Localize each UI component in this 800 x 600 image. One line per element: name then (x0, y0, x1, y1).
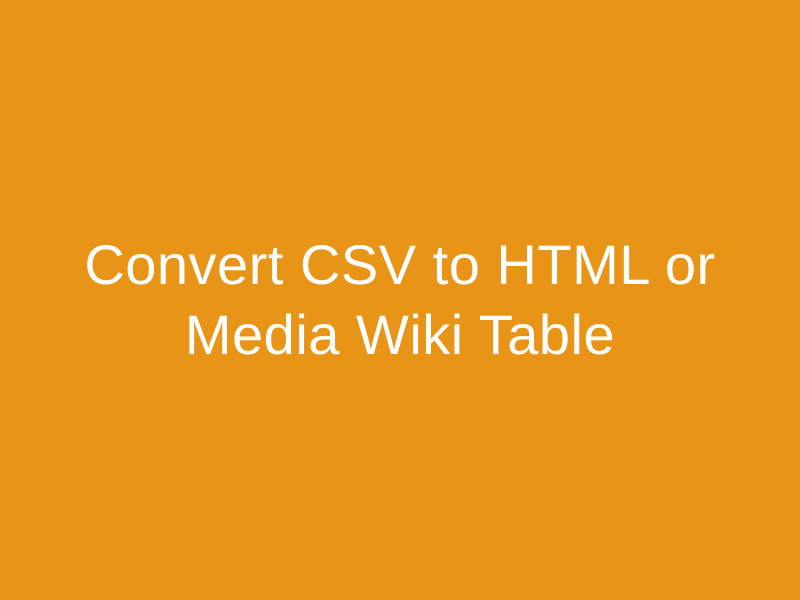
title-container: Convert CSV to HTML or Media Wiki Table (0, 230, 800, 370)
page-title: Convert CSV to HTML or Media Wiki Table (40, 230, 760, 370)
